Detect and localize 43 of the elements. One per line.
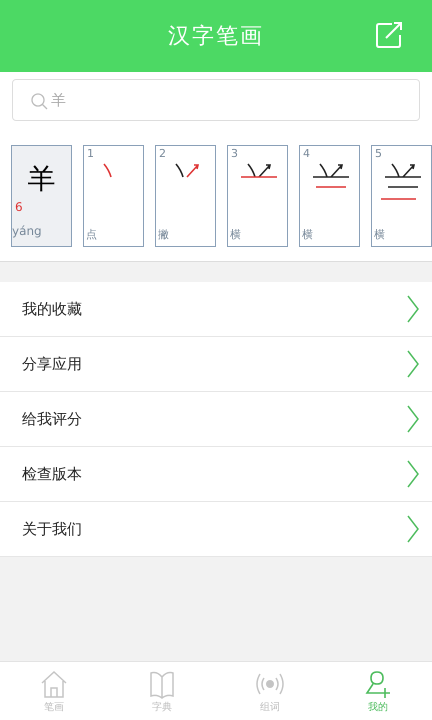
chevron-icon <box>406 404 420 434</box>
stroke-name: 横 <box>230 227 241 242</box>
menu-item[interactable]: 分享应用 <box>0 337 432 392</box>
stroke-name: 点 <box>86 227 97 242</box>
stroke-card[interactable]: 4 横 <box>299 145 360 247</box>
nav-tab[interactable]: 组词 <box>216 662 324 720</box>
stroke-drawing <box>175 164 200 178</box>
stroke-card[interactable]: 5 横 <box>371 145 432 247</box>
search-icon <box>30 92 48 110</box>
menu-item[interactable]: 检查版本 <box>0 447 432 502</box>
stroke-number: 4 <box>303 147 310 160</box>
stroke-drawing <box>241 164 277 178</box>
nav-tab[interactable]: 字典 <box>108 662 216 720</box>
stroke-drawing <box>103 164 112 178</box>
search-field[interactable]: 羊 <box>12 79 420 121</box>
menu-item[interactable]: 给我评分 <box>0 392 432 447</box>
chevron-icon <box>406 459 420 489</box>
stroke-number: 1 <box>87 147 94 160</box>
stroke-name: 撇 <box>158 227 169 242</box>
add-user-icon <box>363 668 393 698</box>
chevron-icon <box>406 294 420 324</box>
pinyin: yáng <box>12 224 42 238</box>
menu-item[interactable]: 我的收藏 <box>0 282 432 337</box>
stroke-name: 横 <box>302 227 313 242</box>
stroke-number: 2 <box>159 147 166 160</box>
stroke-number: 5 <box>375 147 382 160</box>
stroke-card[interactable]: 1 点 <box>83 145 144 247</box>
stroke-name: 横 <box>374 227 385 242</box>
stroke-number: 3 <box>231 147 238 160</box>
menu-item[interactable]: 关于我们 <box>0 502 432 557</box>
home-icon <box>39 668 69 698</box>
stroke-drawing <box>381 164 421 200</box>
nav-tab[interactable]: 我的 <box>324 662 432 720</box>
share-icon[interactable] <box>374 20 404 50</box>
nav-tab[interactable]: 笔画 <box>0 662 108 720</box>
chevron-icon <box>406 349 420 379</box>
stroke-drawing <box>313 164 349 188</box>
stroke-count: 6 <box>15 200 23 214</box>
app-title: 汉字笔画 <box>168 23 264 51</box>
stroke-card[interactable]: 2 撇 <box>155 145 216 247</box>
chevron-icon <box>406 514 420 544</box>
character: 羊 <box>26 161 56 197</box>
stroke-card[interactable]: 3 横 <box>227 145 288 247</box>
